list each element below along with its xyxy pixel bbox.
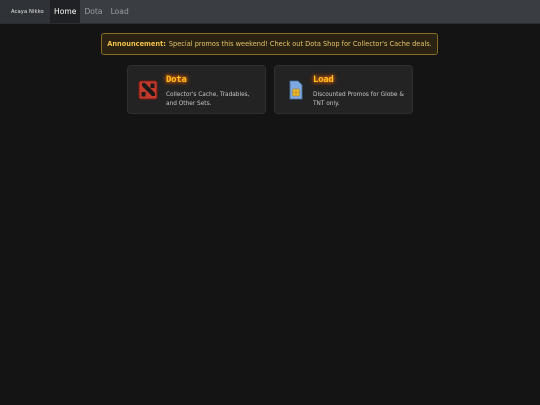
load-card-title: Load bbox=[313, 75, 334, 85]
brand-link[interactable]: Acaya Nikko bbox=[0, 0, 50, 23]
nav-home[interactable]: Home bbox=[50, 0, 81, 23]
announcement-label: Announcement: bbox=[107, 40, 166, 48]
announcement-text: Special promos this weekend! Check out D… bbox=[168, 40, 432, 48]
nav-dota[interactable]: Dota bbox=[80, 0, 106, 23]
dota-card-title: Dota bbox=[166, 75, 187, 85]
announcement-banner: Announcement: Special promos this weeken… bbox=[101, 33, 438, 55]
navbar: Acaya Nikko Home Dota Load bbox=[0, 0, 540, 24]
dota-card-description: Collector's Cache, Tradables, and Other … bbox=[166, 92, 250, 107]
dota-logo-icon bbox=[138, 80, 158, 100]
dota-card[interactable]: Dota Collector's Cache, Tradables, and O… bbox=[127, 65, 266, 114]
load-card[interactable]: Load Discounted Promos for Globe & TNT o… bbox=[274, 65, 413, 114]
load-card-description: Discounted Promos for Globe & TNT only. bbox=[313, 92, 404, 107]
nav-load[interactable]: Load bbox=[107, 0, 133, 23]
sim-card-icon bbox=[289, 80, 303, 100]
